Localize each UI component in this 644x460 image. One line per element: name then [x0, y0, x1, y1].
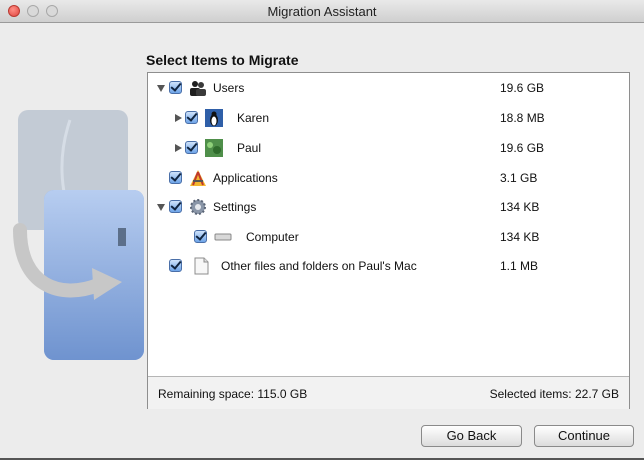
- applications-icon: [190, 170, 206, 186]
- migration-assistant-window: Migration Assistant Select Items to Migr…: [0, 0, 644, 460]
- item-size: 3.1 GB: [500, 171, 538, 185]
- item-label: Other files and folders on Paul's Mac: [221, 259, 417, 273]
- item-size: 134 KB: [500, 230, 540, 244]
- window-title: Migration Assistant: [267, 4, 377, 19]
- item-size: 134 KB: [500, 200, 540, 214]
- list-item[interactable]: Other files and folders on Paul's Mac 1.…: [148, 256, 629, 276]
- title-bar: Migration Assistant: [0, 0, 644, 23]
- item-size: 19.6 GB: [500, 81, 545, 95]
- item-label: Paul: [237, 141, 262, 155]
- item-label: Applications: [213, 171, 278, 185]
- disclosure-triangle-expanded[interactable]: [157, 204, 165, 211]
- list-item[interactable]: Users 19.6 GB: [148, 78, 629, 98]
- item-label: Users: [213, 81, 245, 95]
- list-item[interactable]: Computer 134 KB: [148, 227, 629, 247]
- continue-button[interactable]: Continue: [534, 425, 634, 447]
- checkbox[interactable]: [169, 259, 182, 272]
- page-title: Select Items to Migrate: [146, 52, 299, 68]
- disclosure-triangle-collapsed[interactable]: [175, 114, 182, 122]
- item-size: 1.1 MB: [500, 259, 539, 273]
- migration-items-list: Users 19.6 GB Karen 18.8 MB Paul 19.6 GB…: [147, 72, 630, 409]
- item-size: 19.6 GB: [500, 141, 545, 155]
- list-item[interactable]: Karen 18.8 MB: [148, 108, 629, 128]
- remaining-space-label: Remaining space: 115.0 GB: [158, 387, 308, 401]
- penguin-user-icon: [205, 109, 223, 127]
- checkbox[interactable]: [169, 171, 182, 184]
- list-item[interactable]: Applications 3.1 GB: [148, 168, 629, 188]
- disclosure-triangle-collapsed[interactable]: [175, 144, 182, 152]
- storage-summary-bar: Remaining space: 115.0 GB Selected items…: [148, 376, 629, 409]
- list-item[interactable]: Paul 19.6 GB: [148, 138, 629, 158]
- selected-items-label: Selected items: 22.7 GB: [489, 387, 619, 401]
- document-icon: [194, 257, 209, 275]
- finder-migration-icon: [13, 110, 144, 360]
- green-user-icon: [205, 139, 223, 157]
- checkbox[interactable]: [194, 230, 207, 243]
- checkbox[interactable]: [185, 111, 198, 124]
- computer-icon: [214, 233, 232, 241]
- users-icon: [190, 81, 206, 96]
- item-label: Settings: [213, 200, 257, 214]
- gear-icon: [190, 199, 206, 215]
- item-size: 18.8 MB: [500, 111, 545, 125]
- item-label: Computer: [246, 230, 299, 244]
- checkbox[interactable]: [169, 81, 182, 94]
- checkbox[interactable]: [185, 141, 198, 154]
- checkbox[interactable]: [169, 200, 182, 213]
- item-label: Karen: [237, 111, 270, 125]
- list-item[interactable]: Settings 134 KB: [148, 197, 629, 217]
- go-back-button[interactable]: Go Back: [421, 425, 522, 447]
- disclosure-triangle-expanded[interactable]: [157, 85, 165, 92]
